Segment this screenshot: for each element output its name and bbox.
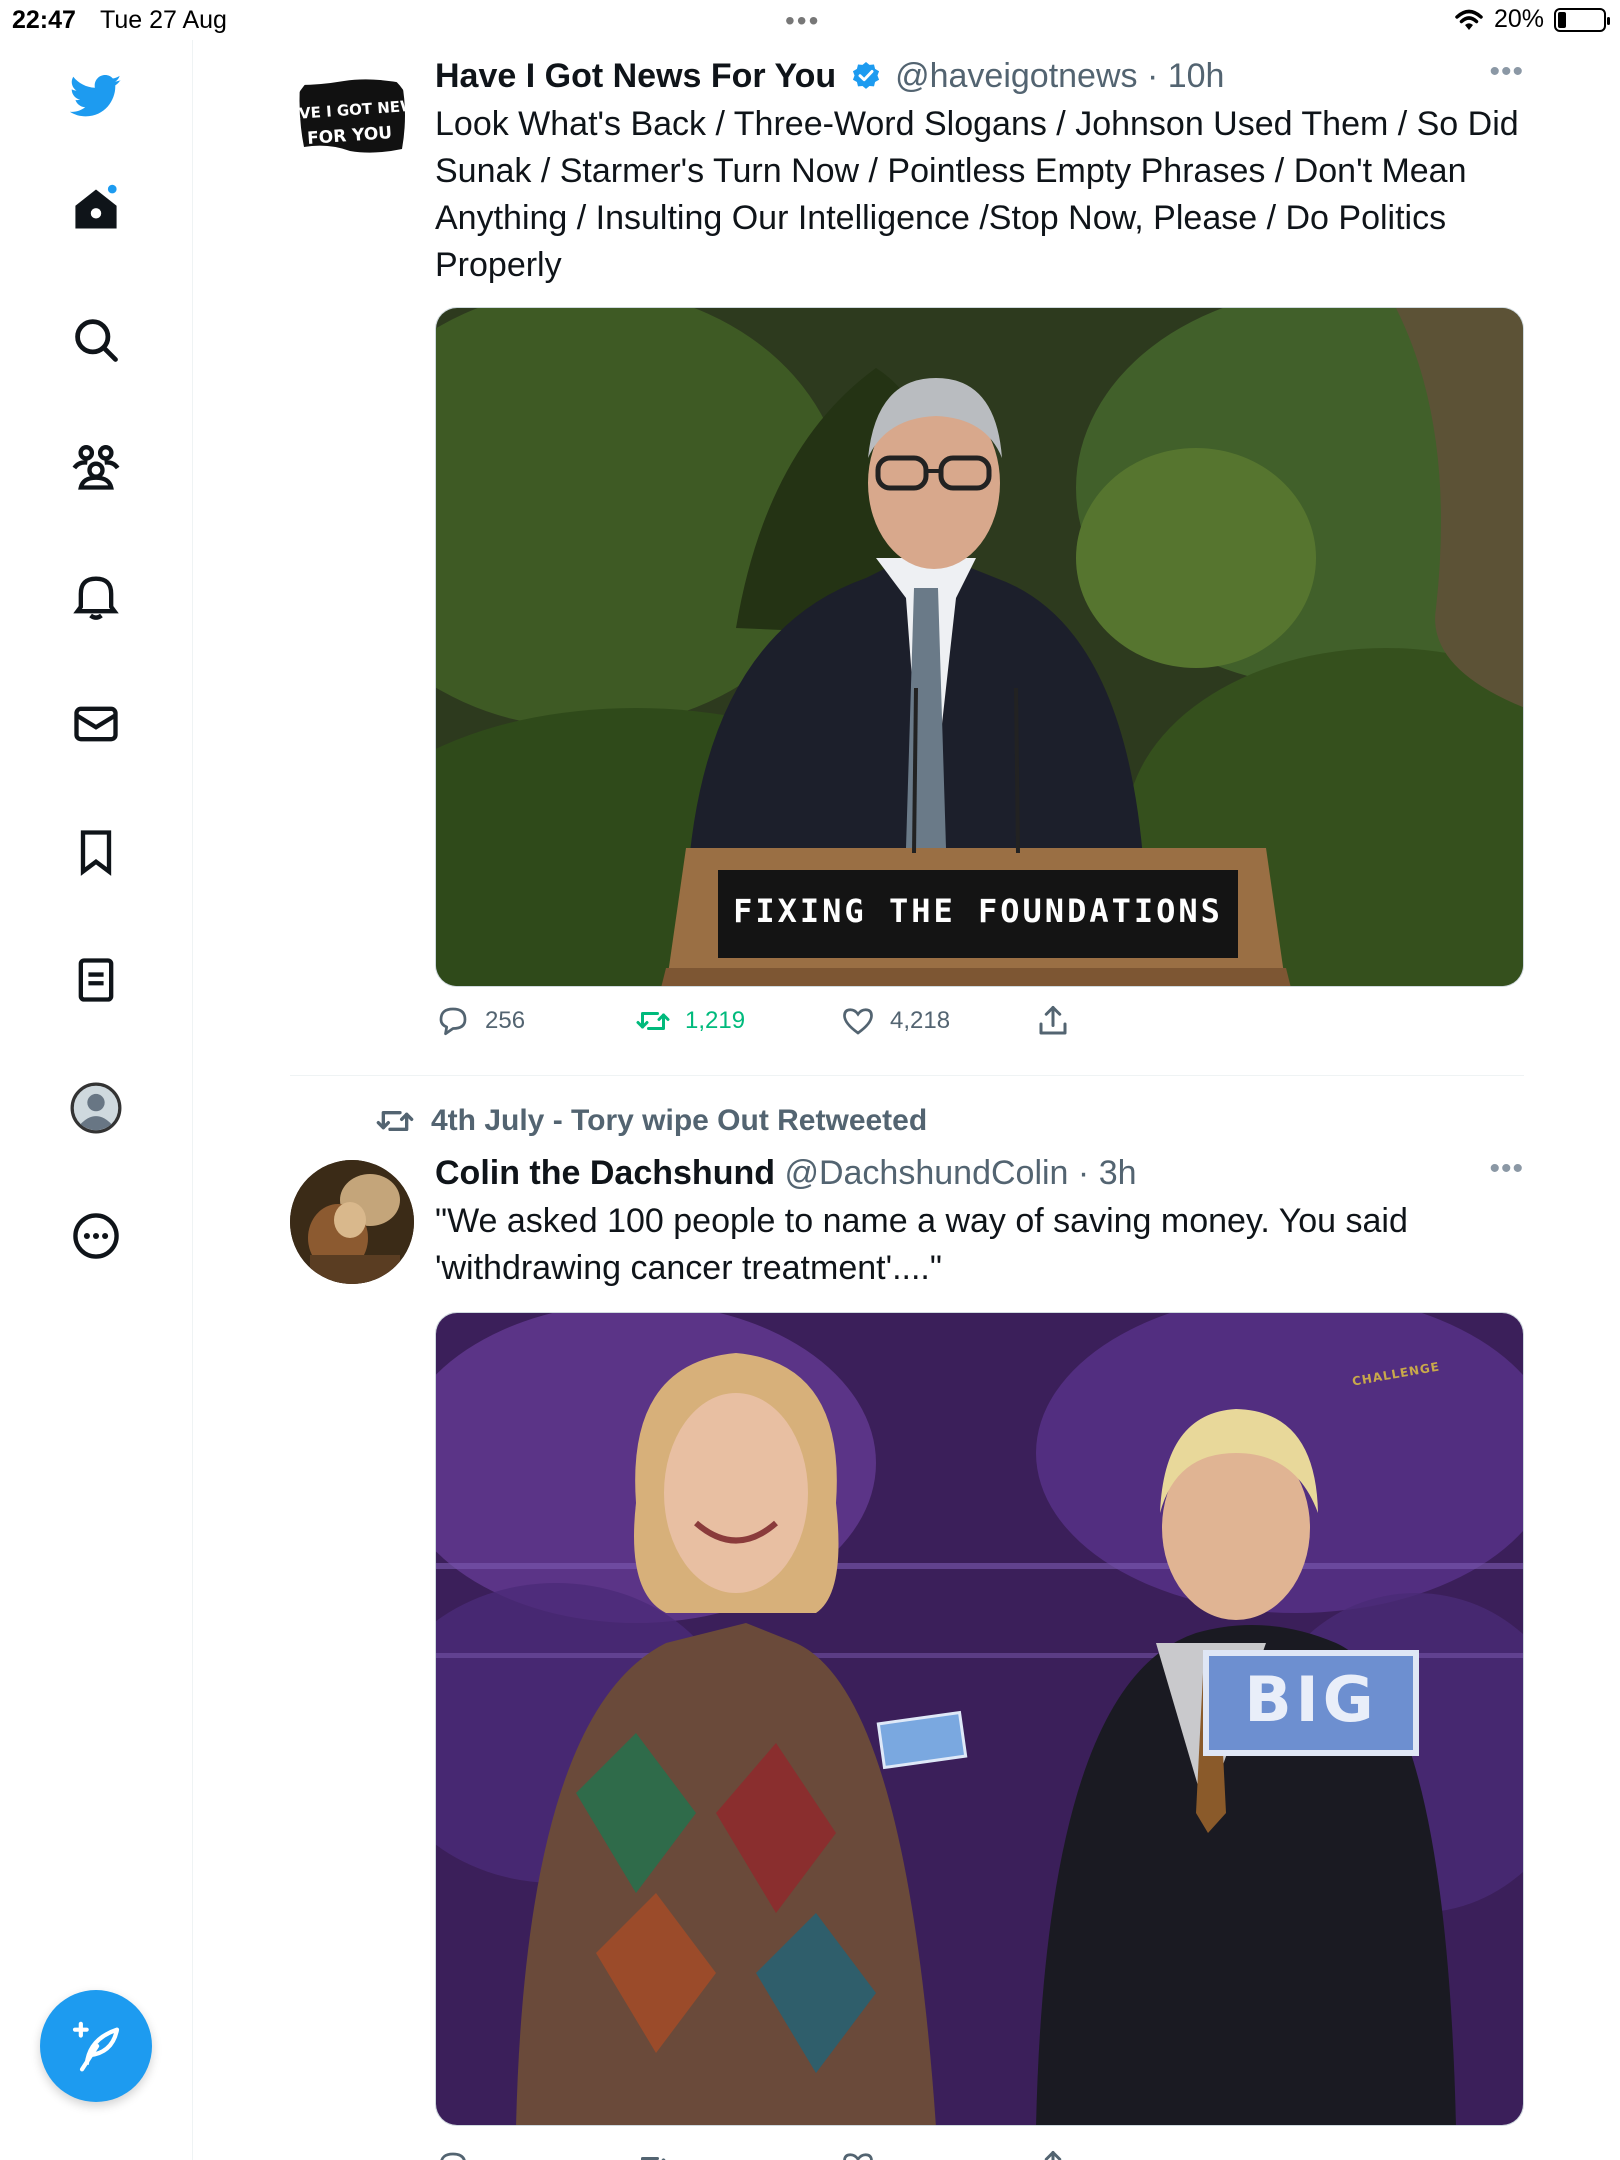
heart-icon (843, 1008, 873, 1035)
tweet-media[interactable]: FIXING THE FOUNDATIONS (435, 307, 1524, 987)
retweet-icon (641, 2157, 666, 2160)
like-button[interactable] (840, 2148, 876, 2160)
tweet-photo (436, 308, 1523, 986)
list-icon[interactable] (66, 950, 126, 1010)
home-icon[interactable] (66, 179, 126, 239)
more-circle-icon[interactable] (66, 1206, 126, 1266)
battery-icon (1554, 7, 1610, 32)
wifi-icon (1455, 9, 1483, 30)
reply-count: 256 (485, 1007, 526, 1034)
more-options-icon[interactable]: ••• (1489, 1152, 1524, 1186)
tweet[interactable]: Colin the Dachshund @DachshundColin · 3h… (290, 1152, 1524, 2160)
reply-button[interactable]: 256 (435, 1003, 525, 1039)
twitter-bird-icon[interactable] (66, 66, 126, 126)
bell-icon[interactable] (66, 566, 126, 626)
mail-icon[interactable] (66, 694, 126, 754)
sidebar-nav (0, 40, 193, 2160)
retweet-button[interactable] (635, 2148, 671, 2160)
share-icon (1039, 1006, 1067, 1035)
avatar[interactable]: HAVE I GOT NEWS FOR YOU (290, 63, 414, 187)
avatar[interactable] (290, 1160, 414, 1284)
tweet-header: Have I Got News For You @haveigotnews · … (435, 57, 1225, 95)
big-card-text: BIG (1244, 1663, 1378, 1736)
author-handle[interactable]: @haveigotnews (895, 57, 1137, 95)
status-time: 22:47 (12, 6, 76, 34)
share-button[interactable] (1035, 2148, 1071, 2160)
status-bar: 22:47 Tue 27 Aug ••• 20% (0, 0, 1620, 40)
reply-icon (439, 1007, 467, 1036)
avatar-image (290, 1160, 414, 1284)
battery-percent: 20% (1493, 5, 1544, 33)
retweet-count: 1,219 (685, 1007, 746, 1034)
profile-icon[interactable] (66, 1078, 126, 1138)
reply-icon (440, 2152, 466, 2160)
heart-icon (843, 2153, 873, 2160)
tweet-time[interactable]: 10h (1168, 57, 1225, 95)
status-date: Tue 27 Aug (100, 6, 227, 34)
more-options-icon[interactable]: ••• (1489, 55, 1524, 89)
like-count: 4,218 (890, 1007, 951, 1034)
retweet-icon (376, 1111, 414, 1131)
like-button[interactable]: 4,218 (840, 1003, 950, 1039)
retweet-icon (636, 1012, 670, 1030)
tweet-divider (290, 1075, 1524, 1076)
reply-button[interactable] (435, 2148, 471, 2160)
retweeted-by-text: 4th July - Tory wipe Out Retweeted (431, 1104, 928, 1137)
tweet-text: Look What's Back / Three-Word Slogans / … (435, 105, 1519, 284)
communities-icon[interactable] (66, 438, 126, 498)
multitasking-dots-icon[interactable]: ••• (785, 5, 820, 37)
author-handle[interactable]: @DachshundColin (784, 1154, 1068, 1192)
bookmark-icon[interactable] (66, 822, 126, 882)
tweet-time[interactable]: 3h (1099, 1154, 1137, 1192)
verified-badge-icon (852, 62, 879, 89)
compose-tweet-button[interactable] (40, 1990, 152, 2102)
compose-tweet-icon (72, 2021, 120, 2072)
retweeted-by-line[interactable]: 4th July - Tory wipe Out Retweeted (375, 1101, 927, 1141)
author-name[interactable]: Have I Got News For You (435, 57, 836, 95)
tweet-actions: 256 1,219 4,218 (435, 1003, 1135, 1047)
author-name[interactable]: Colin the Dachshund (435, 1154, 775, 1192)
search-icon[interactable] (66, 310, 126, 370)
share-icon (1044, 2151, 1062, 2160)
tweet[interactable]: HAVE I GOT NEWS FOR YOU Have I Got News … (290, 55, 1524, 1055)
lectern-sign: FIXING THE FOUNDATIONS (733, 892, 1223, 930)
tweet-text: "We asked 100 people to name a way of sa… (435, 1202, 1408, 1287)
tweet-header: Colin the Dachshund @DachshundColin · 3h (435, 1154, 1137, 1192)
tweet-actions (435, 2148, 1135, 2160)
retweet-button[interactable]: 1,219 (635, 1003, 745, 1039)
share-button[interactable] (1035, 1003, 1071, 1039)
tweet-media[interactable]: BIG CHALLENGE (435, 1312, 1524, 2126)
hignfy-logo: HAVE I GOT NEWS FOR YOU (290, 63, 414, 187)
